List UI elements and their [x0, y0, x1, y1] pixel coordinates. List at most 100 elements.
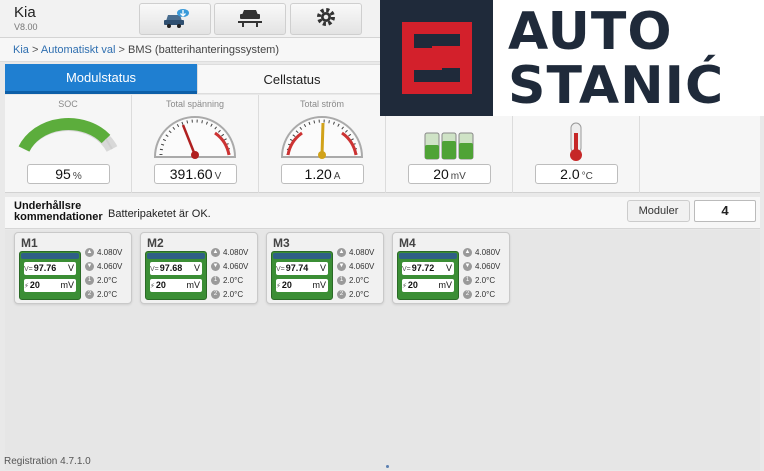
breadcrumb-separator: > — [118, 44, 125, 56]
temperature-icon: 1 — [463, 275, 472, 285]
maintenance-label: Underhållsre kommendationer — [14, 201, 103, 223]
module-delta: ⚡20 mV — [276, 279, 328, 292]
max-cell-voltage: ▲ 4.080V — [85, 247, 123, 257]
maintenance-row: Underhållsre kommendationer Batteripaket… — [5, 197, 760, 229]
module-name: M2 — [147, 236, 164, 250]
maintenance-message: Batteripaketet är OK. — [108, 208, 211, 220]
soc-unit: % — [72, 171, 82, 182]
min-cell-voltage: ▼ 4.060V — [337, 261, 375, 271]
gauge-total-current: Total ström 1.20 A — [259, 95, 386, 193]
module-card-m4[interactable]: M4 V=97.72 V ⚡20 mV ▲ 4.080V ▼ 4.060V 1 2.0°C… — [392, 232, 510, 304]
cell-balance-icon — [424, 132, 474, 160]
max-voltage-icon: ▲ — [337, 247, 346, 257]
cell-delta-value: 20 — [433, 166, 449, 182]
registration-version: Registration 4.7.1.0 — [4, 456, 91, 467]
maintenance-label-line2: kommendationer — [14, 211, 103, 223]
vehicle-cloud-icon — [160, 5, 190, 34]
module-stats: ▲ 4.080V ▼ 4.060V 1 2.0°C 2 2.0°C — [211, 245, 248, 301]
cell-delta-unit: mV — [450, 171, 466, 182]
vehicle-make: Kia — [14, 4, 36, 21]
temperature-1: 1 2.0°C — [463, 273, 500, 287]
gauge-value-box: 95% — [27, 164, 110, 184]
tab-module-status[interactable]: Modulstatus — [5, 64, 197, 94]
max-cell-voltage: ▲ 4.080V — [337, 247, 375, 257]
max-cell-voltage: ▲ 4.080V — [211, 247, 249, 257]
temperature-2: 2 2.0°C — [211, 287, 248, 301]
gauge-value-box: 1.20 A — [281, 164, 364, 184]
min-voltage-icon: ▼ — [463, 261, 472, 271]
tab-cell-status[interactable]: Cellstatus — [197, 64, 387, 94]
min-cell-voltage: ▼ 4.060V — [463, 261, 501, 271]
battery-module-icon: V=97.72 V ⚡20 mV — [397, 251, 459, 300]
module-voltage: V=97.68 V — [150, 262, 202, 275]
voltage-value: 391.60 — [169, 166, 213, 182]
gauge-soc: SOC 95% — [5, 95, 132, 193]
auto-stanic-logo: AUTO STANIĆ — [380, 0, 764, 116]
temperature-1: 1 2.0°C — [211, 273, 248, 287]
gauge-value-box: 391.60 V — [154, 164, 237, 184]
logo-text-line2: STANIĆ — [508, 56, 725, 116]
gauge-label: Total ström — [299, 99, 344, 109]
temperature-unit: °C — [581, 171, 593, 182]
module-voltage: V=97.72 V — [402, 262, 454, 275]
voltage-dial-icon — [153, 116, 237, 159]
current-unit: A — [333, 171, 341, 182]
modules-count-label: Moduler — [627, 200, 690, 222]
logo-text-line1: AUTO — [508, 2, 673, 62]
lift-icon — [235, 5, 265, 34]
max-voltage-icon: ▲ — [85, 247, 94, 257]
battery-module-icon: V=97.76 V ⚡20 mV — [19, 251, 81, 300]
min-cell-voltage: ▼ 4.060V — [211, 261, 249, 271]
modules-count-value: 4 — [694, 200, 756, 222]
min-voltage-icon: ▼ — [211, 261, 220, 271]
voltage-unit: V — [214, 171, 222, 182]
module-delta: ⚡20 mV — [150, 279, 202, 292]
gauge-value-box: 2.0 °C — [535, 164, 618, 184]
temperature-icon: 1 — [85, 275, 94, 285]
temperature-2: 2 2.0°C — [337, 287, 374, 301]
temperature-icon: 2 — [463, 289, 472, 299]
lift-button[interactable] — [214, 3, 286, 35]
gauge-total-voltage: Total spänning 391.60 V — [132, 95, 259, 193]
module-area: M1 V=97.76 V ⚡20 mV ▲ 4.080V ▼ 4.060V 1 2.0°C… — [5, 230, 760, 470]
module-voltage: V=97.76 V — [24, 262, 76, 275]
module-card-m2[interactable]: M2 V=97.68 V ⚡20 mV ▲ 4.080V ▼ 4.060V 1 2.0°C… — [140, 232, 258, 304]
temperature-1: 1 2.0°C — [85, 273, 122, 287]
gauge-value-box: 20 mV — [408, 164, 491, 184]
temperature-icon: 2 — [85, 289, 94, 299]
vehicle-cloud-button[interactable] — [139, 3, 211, 35]
page-indicator-dot — [386, 465, 389, 468]
module-stats: ▲ 4.080V ▼ 4.060V 1 2.0°C 2 2.0°C — [85, 245, 122, 301]
breadcrumb-separator: > — [31, 44, 39, 56]
min-cell-voltage: ▼ 4.060V — [85, 261, 123, 271]
temperature-icon: 1 — [211, 275, 220, 285]
vehicle-info: Kia V8.00 — [14, 4, 38, 32]
module-name: M3 — [273, 236, 290, 250]
module-stats: ▲ 4.080V ▼ 4.060V 1 2.0°C 2 2.0°C — [463, 245, 500, 301]
breadcrumb-kia[interactable]: Kia — [13, 44, 29, 56]
temperature-1: 1 2.0°C — [337, 273, 374, 287]
breadcrumb-auto-select[interactable]: Automatiskt val — [41, 44, 116, 56]
current-value: 1.20 — [304, 166, 332, 182]
settings-gear-icon — [314, 5, 338, 34]
gauge-label: Total spänning — [165, 99, 225, 109]
current-dial-icon — [280, 116, 364, 159]
module-stats: ▲ 4.080V ▼ 4.060V 1 2.0°C 2 2.0°C — [337, 245, 374, 301]
logo-mark-icon — [380, 0, 493, 116]
settings-button[interactable] — [290, 3, 362, 35]
max-voltage-icon: ▲ — [463, 247, 472, 257]
temperature-icon: 2 — [211, 289, 220, 299]
module-card-m1[interactable]: M1 V=97.76 V ⚡20 mV ▲ 4.080V ▼ 4.060V 1 2.0°C… — [14, 232, 132, 304]
temperature-icon: 2 — [337, 289, 346, 299]
max-voltage-icon: ▲ — [211, 247, 220, 257]
thermometer-icon — [570, 122, 582, 161]
module-name: M1 — [21, 236, 38, 250]
module-voltage: V=97.74 V — [276, 262, 328, 275]
module-card-m3[interactable]: M3 V=97.74 V ⚡20 mV ▲ 4.080V ▼ 4.060V 1 2.0°C… — [266, 232, 384, 304]
breadcrumb-current: BMS (batterihanteringssystem) — [128, 44, 280, 56]
soc-arc-gauge-icon — [18, 117, 118, 153]
max-cell-voltage: ▲ 4.080V — [463, 247, 501, 257]
module-name: M4 — [399, 236, 416, 250]
min-voltage-icon: ▼ — [337, 261, 346, 271]
temperature-2: 2 2.0°C — [463, 287, 500, 301]
